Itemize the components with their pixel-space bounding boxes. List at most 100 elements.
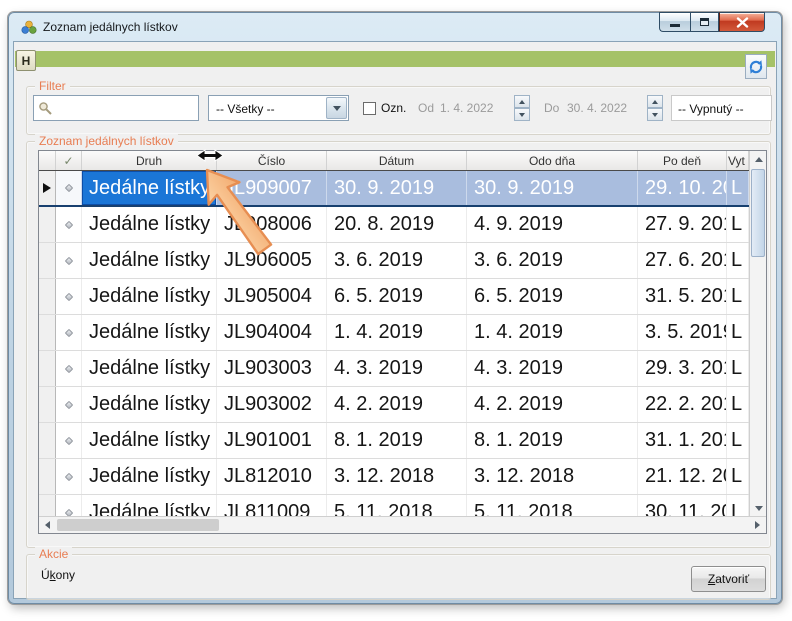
column-header-cislo[interactable]: Číslo [217, 151, 327, 170]
date-from-spin-up-button[interactable] [514, 95, 530, 108]
grid-header: ✓DruhČísloDátumOdo dňaPo deňVyt [39, 151, 749, 171]
bullet-icon [64, 472, 72, 480]
scroll-up-icon [755, 157, 763, 162]
date-from-value[interactable]: 1. 4. 2022 [440, 101, 493, 115]
cell-po: 27. 6. 2019 [638, 243, 727, 278]
table-row[interactable]: Jedálne lístkyJL9010018. 1. 20198. 1. 20… [39, 423, 749, 459]
cell-po: 29. 10. 2019 [638, 171, 727, 205]
row-marker-cell [39, 171, 56, 205]
cell-odo: 5. 11. 2018 [467, 495, 638, 516]
cell-po: 31. 1. 2019 [638, 423, 727, 458]
table-row[interactable]: Jedálne lístkyJL9040041. 4. 20191. 4. 20… [39, 315, 749, 351]
bullet-icon [64, 184, 72, 192]
table-row[interactable]: Jedálne lístkyJL8110095. 11. 20185. 11. … [39, 495, 749, 516]
cell-odo: 30. 9. 2019 [467, 171, 638, 205]
table-row[interactable]: Jedálne lístkyJL90800620. 8. 20194. 9. 2… [39, 207, 749, 243]
row-bullet-cell [56, 207, 82, 242]
title-bar[interactable]: Zoznam jedálnych lístkov [9, 13, 781, 41]
cell-odo: 3. 6. 2019 [467, 243, 638, 278]
bullet-icon [64, 508, 72, 516]
close-window-button[interactable] [719, 12, 765, 32]
cell-vyt: L [727, 315, 749, 350]
grid-main: ✓DruhČísloDátumOdo dňaPo deňVyt Jedálne … [39, 151, 749, 516]
vertical-scrollbar[interactable] [749, 151, 766, 516]
search-icon [38, 101, 53, 116]
cell-cislo: JL903002 [217, 387, 327, 422]
cell-vyt: L [727, 459, 749, 494]
actions-groupbox: Akcie Úkony Zatvoriť [26, 554, 771, 600]
column-header-poden[interactable]: Po deň [638, 151, 727, 170]
search-input[interactable] [56, 97, 196, 119]
state-dropdown[interactable]: -- Vypnutý -- [671, 95, 772, 121]
cell-druh: Jedálne lístky [82, 315, 217, 350]
table-row[interactable]: Jedálne lístkyJL8120103. 12. 20183. 12. … [39, 459, 749, 495]
table-row[interactable]: Jedálne lístkyJL9050046. 5. 20196. 5. 20… [39, 279, 749, 315]
row-marker-cell [39, 495, 56, 516]
ukony-pre: Ú [41, 568, 50, 582]
window-title: Zoznam jedálnych lístkov [43, 20, 178, 34]
column-header-datum[interactable]: Dátum [327, 151, 467, 170]
cell-odo: 4. 2. 2019 [467, 387, 638, 422]
cell-datum: 1. 4. 2019 [327, 315, 467, 350]
table-row[interactable]: Jedálne lístkyJL9060053. 6. 20193. 6. 20… [39, 243, 749, 279]
row-bullet-cell [56, 495, 82, 516]
ozn-checkbox[interactable] [363, 102, 376, 115]
table-row[interactable]: Jedálne lístkyJL90900730. 9. 201930. 9. … [39, 171, 749, 207]
actions-legend: Akcie [35, 547, 72, 561]
date-to-value[interactable]: 30. 4. 2022 [567, 101, 627, 115]
scroll-right-button[interactable] [749, 517, 766, 533]
date-to-spin-down-button[interactable] [647, 108, 663, 121]
cell-cislo: JL812010 [217, 459, 327, 494]
horizontal-scrollbar[interactable] [39, 516, 766, 533]
cell-cislo: JL901001 [217, 423, 327, 458]
type-dropdown-button[interactable] [326, 97, 347, 119]
cell-po: 31. 5. 2019 [638, 279, 727, 314]
date-to-spinner [647, 95, 663, 121]
type-dropdown[interactable]: -- Všetky -- [208, 95, 349, 121]
cell-druh: Jedálne lístky [82, 387, 217, 422]
scroll-left-button[interactable] [39, 517, 56, 533]
horizontal-scroll-thumb[interactable] [57, 519, 219, 531]
cell-vyt: L [727, 495, 749, 516]
table-row[interactable]: Jedálne lístkyJL9030024. 2. 20194. 2. 20… [39, 387, 749, 423]
row-marker-cell [39, 243, 56, 278]
close-dialog-button[interactable]: Zatvoriť [691, 566, 766, 592]
row-bullet-cell [56, 315, 82, 350]
date-from-spin-down-button[interactable] [514, 108, 530, 121]
date-to-spin-up-button[interactable] [647, 95, 663, 108]
cell-vyt: L [727, 351, 749, 386]
date-to-label: Do [544, 101, 559, 115]
help-button[interactable]: H [16, 50, 36, 71]
scroll-down-button[interactable] [750, 500, 767, 516]
column-header-marker[interactable] [39, 151, 56, 170]
scroll-up-button[interactable] [750, 151, 767, 167]
cell-cislo: JL811009 [217, 495, 327, 516]
refresh-button[interactable] [745, 54, 767, 79]
vertical-scroll-thumb[interactable] [751, 169, 765, 257]
row-marker-cell [39, 459, 56, 494]
row-bullet-cell [56, 387, 82, 422]
ukony-menu-button[interactable]: Úkony [41, 568, 75, 582]
cell-datum: 6. 5. 2019 [327, 279, 467, 314]
minimize-button[interactable] [659, 12, 690, 32]
cell-cislo: JL904004 [217, 315, 327, 350]
bullet-icon [64, 436, 72, 444]
minimize-icon [670, 24, 680, 27]
cell-druh: Jedálne lístky [82, 351, 217, 386]
toolbar-strip [15, 51, 775, 67]
table-row[interactable]: Jedálne lístkyJL9030034. 3. 20194. 3. 20… [39, 351, 749, 387]
cell-vyt: L [727, 387, 749, 422]
spin-down-icon [519, 113, 525, 117]
cell-odo: 4. 3. 2019 [467, 351, 638, 386]
column-header-ododna[interactable]: Odo dňa [467, 151, 638, 170]
date-from-label: Od [418, 101, 434, 115]
bullet-icon [64, 364, 72, 372]
cell-datum: 5. 11. 2018 [327, 495, 467, 516]
cell-datum: 3. 12. 2018 [327, 459, 467, 494]
row-marker-cell [39, 351, 56, 386]
column-header-check[interactable]: ✓ [56, 151, 82, 170]
column-header-vyt[interactable]: Vyt [727, 151, 749, 170]
app-window: Zoznam jedálnych lístkov H Filter [8, 12, 782, 604]
row-bullet-cell [56, 279, 82, 314]
restore-button[interactable] [690, 12, 719, 32]
